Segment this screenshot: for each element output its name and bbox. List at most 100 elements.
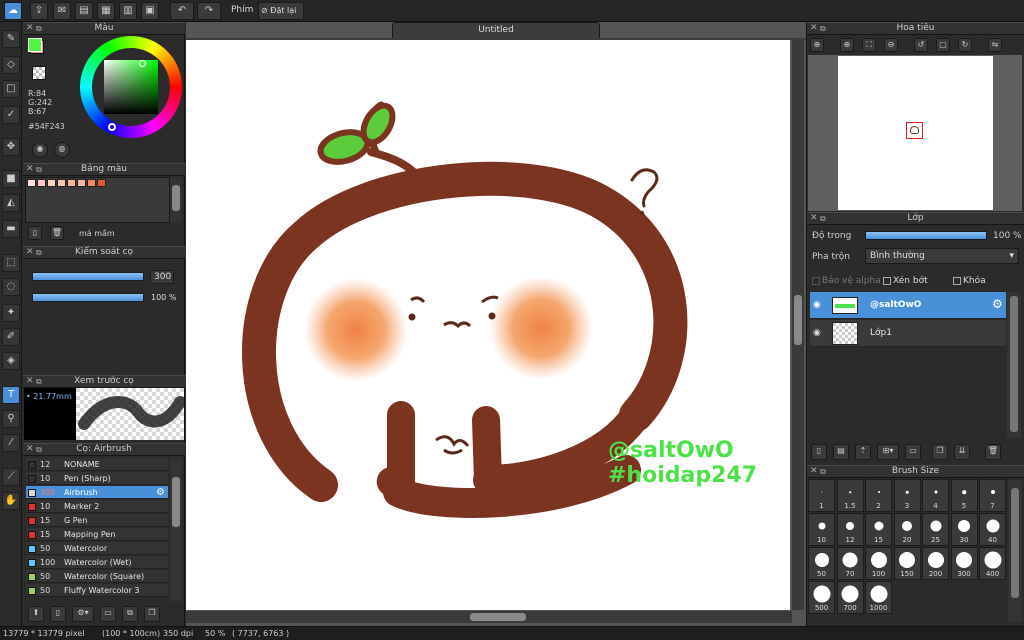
close-icon[interactable]: ✕ xyxy=(26,444,34,455)
palette-swatch[interactable] xyxy=(77,179,86,187)
gear-icon[interactable]: ⚙ xyxy=(992,297,1003,311)
close-icon[interactable]: ✕ xyxy=(26,164,34,175)
brush-size-button[interactable]: 50 xyxy=(808,547,835,580)
brush-size-button[interactable]: 150 xyxy=(893,547,921,580)
redo-icon[interactable]: ↷ xyxy=(197,2,221,20)
fill-rect-tool-icon[interactable]: ■ xyxy=(2,170,20,188)
lock-checkbox[interactable]: Khóa xyxy=(953,276,986,286)
duplicate-layer-icon[interactable]: ❐ xyxy=(932,444,948,460)
bucket-tool-icon[interactable]: ◭ xyxy=(2,194,20,212)
foreground-color-swatch[interactable] xyxy=(28,38,42,52)
close-icon[interactable]: ✕ xyxy=(810,213,818,224)
saturation-value-square[interactable] xyxy=(104,60,158,114)
grid-icon[interactable]: ▣ xyxy=(141,2,159,20)
color-mix-icon[interactable]: ◍ xyxy=(54,142,70,158)
brush-list-item[interactable]: 300 Airbrush ⚙ xyxy=(26,486,168,499)
brush-tool-icon[interactable]: ✎ xyxy=(2,30,20,48)
brush-size-button[interactable]: 10 xyxy=(808,513,835,546)
gradient-tool-icon[interactable]: ▬ xyxy=(2,220,20,238)
folder-icon[interactable]: ▭ xyxy=(905,444,921,460)
eyedropper-tool-icon[interactable]: ⁄ xyxy=(2,434,20,452)
brush-list-scroll-thumb[interactable] xyxy=(172,477,180,527)
close-icon[interactable]: ✕ xyxy=(26,247,34,258)
hue-cursor[interactable] xyxy=(108,123,116,131)
brush-list-item[interactable]: 10 Marker 2 xyxy=(26,500,168,513)
select-tool-icon[interactable]: ⬚ xyxy=(2,254,20,272)
brush-size-button[interactable]: 1.5 xyxy=(836,479,864,512)
undo-icon[interactable]: ↶ xyxy=(170,2,194,20)
popout-icon[interactable]: ⧉ xyxy=(36,247,42,258)
brush-size-button[interactable]: 2 xyxy=(865,479,892,512)
layer-scroll-thumb[interactable] xyxy=(1010,296,1018,432)
layer-add-menu-icon[interactable]: ⊞▾ xyxy=(877,444,899,460)
brush-size-button[interactable]: 3 xyxy=(893,479,921,512)
palette-icon[interactable]: ◉ xyxy=(32,142,48,158)
popout-icon[interactable]: ⧉ xyxy=(820,213,826,224)
popout-icon[interactable]: ⧉ xyxy=(36,23,42,34)
brush-folder-icon[interactable]: ▭ xyxy=(100,606,116,622)
new-palette-icon[interactable]: ▯ xyxy=(28,226,42,240)
horizontal-scroll-thumb[interactable] xyxy=(470,613,526,621)
visibility-eye-icon[interactable]: ◉ xyxy=(813,328,821,338)
brush-size-button[interactable]: 4 xyxy=(922,479,949,512)
brush-size-button[interactable]: 700 xyxy=(836,581,864,614)
brush-list-item[interactable]: 50 Watercolor (Square) xyxy=(26,570,168,583)
move-tool-icon[interactable]: ✥ xyxy=(2,138,20,156)
brush-list-scrollbar[interactable] xyxy=(170,457,182,601)
brush-size-button[interactable]: 5 xyxy=(950,479,978,512)
drawing-canvas[interactable]: @saltOwO #hoidap247 xyxy=(186,40,790,610)
horizontal-scrollbar[interactable] xyxy=(186,611,792,623)
brush-size-button[interactable]: 70 xyxy=(836,547,864,580)
brush-size-button[interactable]: 500 xyxy=(808,581,835,614)
trash-icon[interactable]: 🗑 xyxy=(50,226,64,240)
zoom-icon[interactable]: ⊕ xyxy=(810,38,824,52)
rotate-left-icon[interactable]: ↺ xyxy=(914,38,928,52)
brush-list-item[interactable]: 50 Fluffy Watercolor 3 xyxy=(26,584,168,597)
new-vector-layer-icon[interactable]: ▤ xyxy=(833,444,849,460)
palette-swatch[interactable] xyxy=(87,179,96,187)
brush-list-item[interactable]: 10 Pen (Sharp) xyxy=(26,472,168,485)
brush-size-button[interactable]: 12 xyxy=(836,513,864,546)
rotate-right-icon[interactable]: ↻ xyxy=(958,38,972,52)
brush-size-button[interactable]: 200 xyxy=(922,547,949,580)
lasso-tool-icon[interactable]: ◌ xyxy=(2,278,20,296)
cloud-icon[interactable]: ☁ xyxy=(4,2,22,20)
palette-swatch[interactable] xyxy=(57,179,66,187)
brush-list-item[interactable]: 50 Watercolor xyxy=(26,542,168,555)
navigator-viewport-rect[interactable] xyxy=(906,122,923,139)
palette-swatch[interactable] xyxy=(27,179,36,187)
popout-icon[interactable]: ⧉ xyxy=(36,164,42,175)
brush-list-item[interactable]: 15 G Pen xyxy=(26,514,168,527)
operation-tool-icon[interactable]: ⚲ xyxy=(2,410,20,428)
close-icon[interactable]: ✕ xyxy=(26,23,34,34)
clipping-checkbox[interactable]: Xén bớt xyxy=(883,276,928,286)
flip-icon[interactable]: ⇋ xyxy=(988,38,1002,52)
brush-size-button[interactable]: 25 xyxy=(922,513,949,546)
popout-icon[interactable]: ⧉ xyxy=(36,444,42,455)
brush-size-button[interactable]: 1000 xyxy=(865,581,892,614)
layer-scrollbar[interactable] xyxy=(1007,292,1021,438)
brush-size-value[interactable]: 300 xyxy=(150,270,174,284)
close-icon[interactable]: ✕ xyxy=(26,376,34,387)
popout-icon[interactable]: ⧉ xyxy=(36,376,42,387)
brush-size-scroll-thumb[interactable] xyxy=(1011,488,1019,598)
brush-size-button[interactable]: 40 xyxy=(979,513,1006,546)
trash-icon[interactable]: 🗑 xyxy=(985,444,1001,460)
visibility-eye-icon[interactable]: ◉ xyxy=(813,300,821,310)
popout-icon[interactable]: ⧉ xyxy=(820,23,826,34)
dropper-tool-icon[interactable]: ⟋ xyxy=(2,468,20,486)
brush-copy-icon[interactable]: ⧉ xyxy=(122,606,138,622)
merge-layer-icon[interactable]: ⇊ xyxy=(954,444,970,460)
close-icon[interactable]: ✕ xyxy=(810,466,818,477)
hand-tool-icon[interactable]: ✋ xyxy=(2,492,20,510)
brush-size-button[interactable]: 100 xyxy=(865,547,892,580)
brush-opacity-slider[interactable] xyxy=(32,293,144,302)
brush-size-button[interactable]: 20 xyxy=(893,513,921,546)
select-pen-tool-icon[interactable]: ✐ xyxy=(2,328,20,346)
document-tab[interactable]: Untitled xyxy=(392,22,600,38)
navigator-thumbnail[interactable] xyxy=(838,56,993,210)
palette-swatch[interactable] xyxy=(47,179,56,187)
export-icon[interactable]: ⇪ xyxy=(30,2,48,20)
brush-size-slider[interactable] xyxy=(32,272,144,281)
palette-scroll-thumb[interactable] xyxy=(172,185,180,211)
